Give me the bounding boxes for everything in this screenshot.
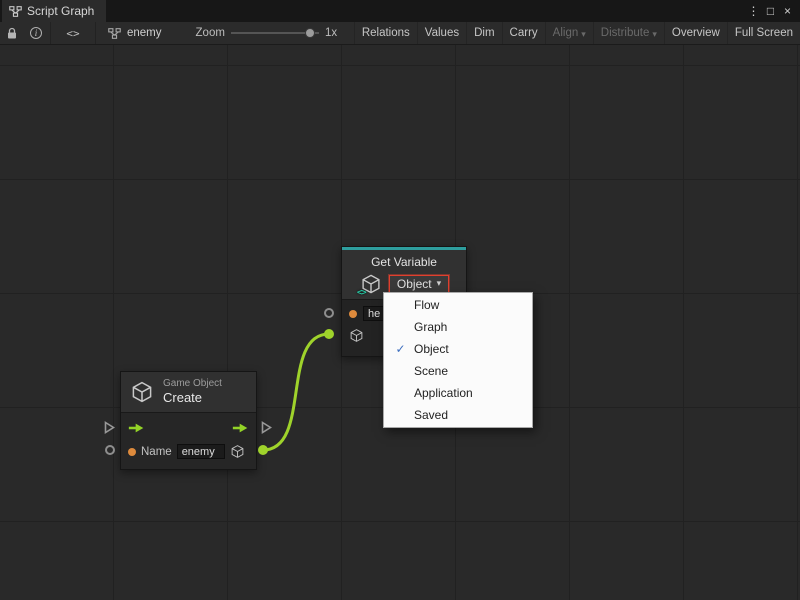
menu-item-label: Flow: [414, 298, 439, 312]
zoom-label: Zoom: [196, 27, 225, 39]
flow-input-arrow-icon[interactable]: [128, 422, 145, 434]
distribute-button[interactable]: Distribute ▾: [593, 22, 664, 44]
menu-item-saved[interactable]: Saved: [384, 404, 532, 426]
breadcrumb[interactable]: enemy: [98, 27, 172, 39]
name-port-label: Name: [141, 446, 172, 458]
string-port-dot[interactable]: [349, 310, 357, 318]
getvar-target-port-connected[interactable]: [324, 329, 334, 339]
gameobject-port-icon[interactable]: [349, 328, 364, 343]
carry-button[interactable]: Carry: [502, 22, 545, 44]
graph-icon: [108, 28, 121, 39]
create-node-body: Name: [121, 412, 256, 469]
menu-item-scene[interactable]: Scene: [384, 360, 532, 382]
check-icon: ✓: [394, 342, 407, 356]
menu-item-object[interactable]: ✓ Object: [384, 338, 532, 360]
create-name-port[interactable]: [105, 445, 115, 455]
tab-script-graph[interactable]: Script Graph: [2, 0, 106, 22]
script-graph-icon: [9, 6, 22, 17]
graph-canvas[interactable]: Get Variable <> Object ▾: [0, 45, 800, 600]
name-input[interactable]: [177, 444, 225, 459]
create-flow-in-port[interactable]: [104, 421, 115, 434]
gameobject-output-icon[interactable]: [230, 444, 245, 459]
relations-button[interactable]: Relations: [354, 22, 417, 44]
chevron-down-icon: ▾: [581, 29, 586, 40]
menu-item-flow[interactable]: Flow: [384, 294, 532, 316]
chevron-down-icon: ▾: [652, 29, 657, 40]
overview-button[interactable]: Overview: [664, 22, 727, 44]
distribute-label: Distribute: [601, 27, 650, 39]
string-port-dot[interactable]: [128, 448, 136, 456]
menu-item-graph[interactable]: Graph: [384, 316, 532, 338]
menu-item-application[interactable]: Application: [384, 382, 532, 404]
lock-glyph: [6, 27, 18, 40]
align-button[interactable]: Align ▾: [545, 22, 593, 44]
toolbar-divider: [95, 22, 96, 44]
scope-value: Object: [397, 277, 432, 291]
node-category: Game Object: [163, 378, 222, 391]
window-controls: ⋮ □ ×: [745, 0, 800, 22]
code-overlay-icon: <>: [357, 288, 366, 298]
create-node-header: Game Object Create: [121, 372, 256, 412]
menu-item-label: Scene: [414, 364, 448, 378]
toolbar-buttons: Relations Values Dim Carry Align ▾ Distr…: [354, 22, 800, 44]
node-title: Create: [163, 390, 222, 406]
titlebar: Script Graph ⋮ □ ×: [0, 0, 800, 22]
flow-output-arrow-icon[interactable]: [232, 422, 249, 434]
create-flow-out-port[interactable]: [261, 421, 272, 434]
zoom-handle[interactable]: [305, 28, 315, 38]
window-menu-icon[interactable]: ⋮: [745, 4, 762, 18]
create-node-titles: Game Object Create: [163, 378, 222, 407]
code-icon[interactable]: <>: [53, 27, 93, 40]
menu-item-label: Object: [414, 342, 449, 356]
menu-item-label: Saved: [414, 408, 448, 422]
zoom-slider[interactable]: [231, 22, 319, 44]
variable-scope-dropdown[interactable]: Object ▾: [389, 275, 449, 293]
scope-dropdown-menu: Flow Graph ✓ Object Scene Application Sa…: [383, 292, 533, 428]
maximize-icon[interactable]: □: [762, 4, 779, 18]
menu-item-label: Application: [414, 386, 473, 400]
fullscreen-button[interactable]: Full Screen: [727, 22, 800, 44]
variable-object-icon: <>: [359, 273, 383, 295]
breadcrumb-label: enemy: [127, 27, 162, 39]
info-icon[interactable]: i: [24, 27, 48, 39]
chevron-down-icon: ▾: [437, 278, 442, 289]
info-glyph: i: [30, 27, 42, 39]
lock-icon[interactable]: [0, 27, 24, 40]
zoom-value: 1x: [325, 27, 337, 39]
align-label: Align: [553, 27, 579, 39]
values-button[interactable]: Values: [417, 22, 466, 44]
node-title: Get Variable: [348, 255, 460, 269]
close-icon[interactable]: ×: [779, 4, 796, 18]
menu-item-label: Graph: [414, 320, 447, 334]
toolbar-divider: [50, 22, 51, 44]
getvar-name-port[interactable]: [324, 308, 334, 318]
graph-toolbar: i <> enemy Zoom 1x Relations Values Dim …: [0, 22, 800, 45]
create-output-port-connected[interactable]: [258, 445, 268, 455]
dim-button[interactable]: Dim: [466, 22, 501, 44]
gameobject-cube-icon: [130, 380, 154, 404]
create-node[interactable]: Game Object Create Name: [120, 371, 257, 470]
tab-title: Script Graph: [27, 4, 94, 18]
